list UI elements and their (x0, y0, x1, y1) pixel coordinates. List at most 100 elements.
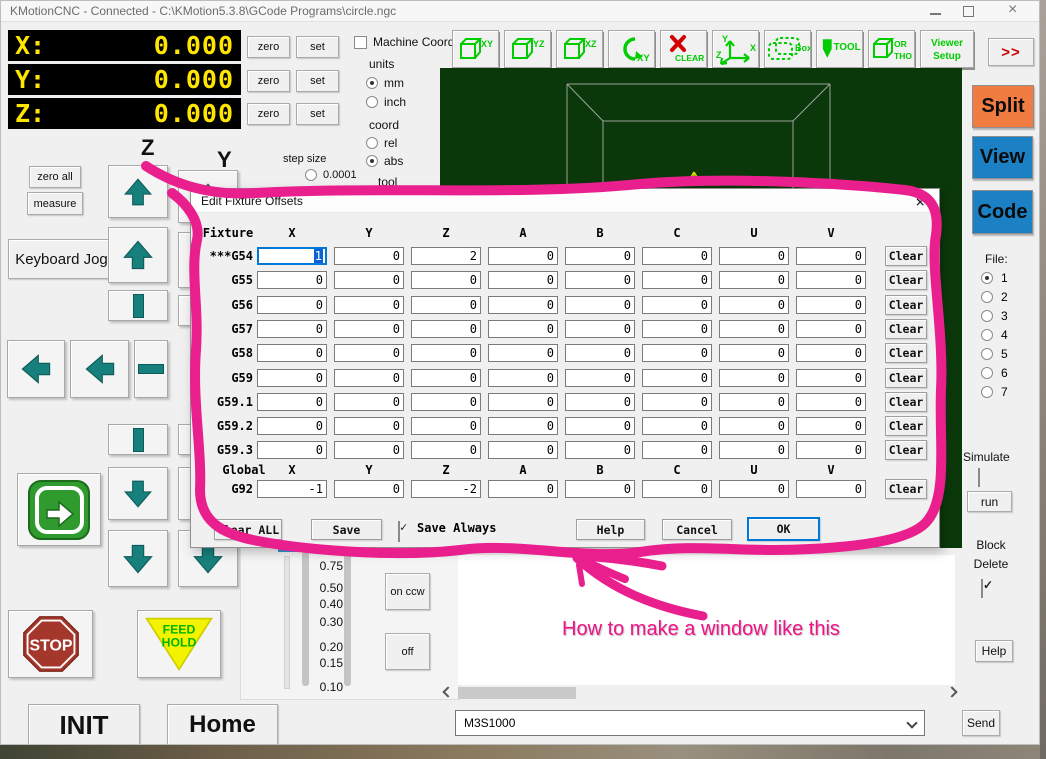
offset-input[interactable]: 0 (642, 417, 712, 435)
offset-input[interactable]: 0 (411, 296, 481, 314)
offset-input[interactable]: 0 (257, 369, 327, 387)
horizontal-scrollbar-thumb[interactable] (458, 687, 576, 699)
coord-rel-radio[interactable]: rel (366, 136, 397, 150)
offset-input[interactable]: 0 (411, 344, 481, 362)
jog-z-minus-button[interactable] (108, 467, 168, 520)
toolbar-view-xy-button[interactable]: XY (452, 30, 499, 68)
file-radio-2[interactable]: 2 (981, 290, 1008, 304)
simulate-checkbox[interactable] (978, 468, 980, 487)
jog-x-step-minus-button[interactable] (134, 340, 168, 398)
offset-input[interactable]: 0 (257, 320, 327, 338)
offset-input[interactable]: 0 (565, 369, 635, 387)
offset-input[interactable]: 0 (796, 320, 866, 338)
jog-x-minus-button[interactable] (70, 340, 129, 398)
offset-input[interactable]: 0 (642, 369, 712, 387)
set-z-button[interactable]: set (296, 103, 339, 125)
offset-input[interactable]: 0 (642, 441, 712, 459)
mdi-command-combobox[interactable]: M3S1000 (455, 710, 925, 736)
set-x-button[interactable]: set (296, 36, 339, 58)
offset-input[interactable]: 0 (257, 393, 327, 411)
offset-input[interactable]: 0 (488, 369, 558, 387)
help-button[interactable]: Help (975, 640, 1013, 662)
offset-input[interactable]: 0 (796, 417, 866, 435)
send-button[interactable]: Send (962, 710, 1000, 736)
file-radio-4[interactable]: 4 (981, 328, 1008, 342)
jog-z-minus-fast-button[interactable] (108, 530, 168, 587)
jog-z-step-plus-button[interactable] (108, 290, 168, 321)
offset-input[interactable]: -2 (411, 480, 481, 498)
measure-button[interactable]: measure (27, 192, 83, 215)
clear-row-button[interactable]: Clear (885, 295, 927, 315)
slider-track[interactable] (302, 552, 309, 686)
zero-z-button[interactable]: zero (247, 103, 290, 125)
offset-input[interactable]: 0 (334, 271, 404, 289)
offset-input[interactable]: 0 (488, 296, 558, 314)
clear-row-button[interactable]: Clear (885, 246, 927, 266)
radio-icon[interactable] (366, 137, 378, 149)
offset-input[interactable]: 0 (565, 441, 635, 459)
offset-input[interactable]: 0 (334, 296, 404, 314)
offset-input[interactable]: 0 (334, 393, 404, 411)
offset-input[interactable]: 0 (796, 271, 866, 289)
jog-z-step-minus-button[interactable] (108, 424, 168, 455)
offset-input[interactable]: 0 (642, 320, 712, 338)
radio-icon[interactable] (366, 96, 378, 108)
dialog-ok-button[interactable]: OK (747, 517, 820, 541)
clear-all-button[interactable]: Clear ALL (214, 519, 282, 540)
offset-input[interactable]: 0 (411, 417, 481, 435)
offset-input[interactable]: 0 (796, 441, 866, 459)
jog-x-minus-fast-button[interactable] (7, 340, 65, 398)
offset-input[interactable]: 0 (565, 417, 635, 435)
offset-input[interactable]: 0 (257, 296, 327, 314)
clear-row-button[interactable]: Clear (885, 416, 927, 436)
offset-input[interactable]: 0 (796, 247, 866, 265)
offset-input[interactable]: 0 (488, 417, 558, 435)
offset-input[interactable]: 0 (642, 344, 712, 362)
offset-input[interactable]: 0 (642, 296, 712, 314)
offset-input[interactable]: 0 (334, 320, 404, 338)
offset-input[interactable]: 0 (411, 393, 481, 411)
spindle-on-ccw-button[interactable]: on ccw (385, 573, 430, 610)
run-button[interactable]: run (967, 491, 1012, 512)
offset-input[interactable]: 0 (719, 271, 789, 289)
offset-input[interactable]: 0 (334, 369, 404, 387)
offset-input[interactable]: 0 (488, 247, 558, 265)
feed-hold-button[interactable]: FEED HOLD (137, 610, 221, 678)
jog-z-plus-fast-button[interactable] (108, 165, 168, 218)
offset-input[interactable]: 0 (334, 441, 404, 459)
slider-track[interactable] (344, 552, 351, 686)
stop-button[interactable]: STOP (8, 610, 93, 678)
radio-icon[interactable] (305, 169, 317, 181)
save-always-checkbox[interactable] (398, 521, 400, 542)
radio-icon[interactable] (981, 272, 993, 284)
offset-input[interactable]: 0 (565, 271, 635, 289)
units-inch-radio[interactable]: inch (366, 95, 406, 109)
radio-icon[interactable] (981, 348, 993, 360)
offset-input[interactable]: 0 (257, 417, 327, 435)
offset-input[interactable]: 0 (257, 271, 327, 289)
radio-icon[interactable] (981, 386, 993, 398)
clear-row-button[interactable]: Clear (885, 479, 927, 499)
cycle-start-button[interactable] (17, 473, 101, 546)
offset-input[interactable]: 0 (796, 369, 866, 387)
offset-input[interactable]: 0 (719, 344, 789, 362)
offset-input[interactable]: 0 (719, 441, 789, 459)
radio-icon[interactable] (981, 367, 993, 379)
radio-icon[interactable] (366, 155, 378, 167)
step-size-radio[interactable]: 0.0001 (305, 169, 357, 181)
radio-icon[interactable] (981, 329, 993, 341)
toolbar-tool-button[interactable]: TOOL (816, 30, 863, 68)
save-button[interactable]: Save (311, 519, 382, 540)
offset-input[interactable]: 0 (565, 344, 635, 362)
toolbar-view-yz-button[interactable]: YZ (504, 30, 551, 68)
offset-input[interactable]: 0 (565, 320, 635, 338)
zero-all-button[interactable]: zero all (29, 166, 81, 188)
zero-y-button[interactable]: zero (247, 70, 290, 92)
zero-x-button[interactable]: zero (247, 36, 290, 58)
offset-input[interactable]: 0 (719, 320, 789, 338)
offset-input[interactable]: 0 (411, 320, 481, 338)
toolbar-viewer-setup-button[interactable]: Viewer Setup (920, 30, 974, 68)
offset-input[interactable]: 0 (796, 344, 866, 362)
dialog-cancel-button[interactable]: Cancel (662, 519, 732, 540)
offset-input[interactable]: 0 (719, 247, 789, 265)
